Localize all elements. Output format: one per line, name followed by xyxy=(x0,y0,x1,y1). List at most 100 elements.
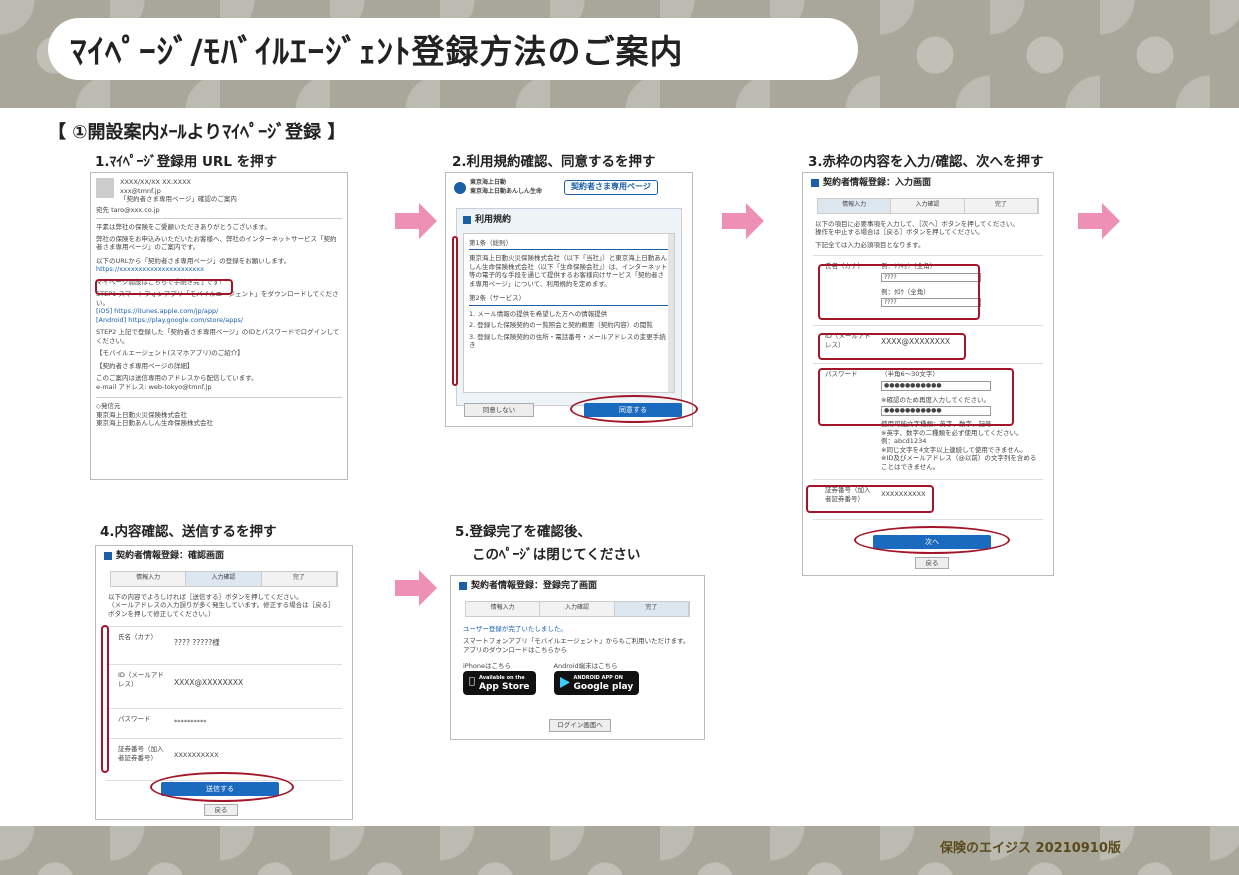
arrow-right-icon xyxy=(395,570,437,606)
cert-label: 証券番号（加入者証券番号） xyxy=(118,745,164,762)
login-button[interactable]: ログイン画面へ xyxy=(549,719,611,732)
done-text-1: スマートフォンアプリ「モバイルエージェント」からもご利用いただけます。 xyxy=(463,637,690,645)
android-label: Android端末はこちら xyxy=(547,662,618,670)
registration-complete-link[interactable]: ユーザー登録が完了いたしました。 xyxy=(463,625,567,633)
article-2-text-c: 3. 登録した保険契約の住所・電話番号・メールアドレスの変更手続き xyxy=(469,332,666,350)
heading-marker-icon xyxy=(459,582,467,591)
arrow-right-icon xyxy=(1078,203,1120,239)
highlight-box xyxy=(818,368,1014,426)
highlight-ring xyxy=(854,526,1010,554)
terms-header: 東京海上日動 東京海上日動あんしん生命 契約者さま専用ページ xyxy=(446,173,692,202)
email-body-1: 平素は弊社の保険をご愛顧いただきありがとうございます。 xyxy=(96,223,271,231)
heading-marker-icon xyxy=(104,552,112,561)
done-heading: 契約者情報登録：登録完了画面 xyxy=(471,581,598,591)
step-5-label: 5.登録完了を確認後、 xyxy=(455,524,592,540)
disagree-button[interactable]: 同意しない xyxy=(464,403,534,417)
app-store-text: App Store xyxy=(473,681,530,692)
form-required: 下記全ては入力必須項目となります。 xyxy=(815,240,925,249)
highlight-ring xyxy=(570,395,698,423)
header-band: ﾏｲﾍﾟｰｼﾞ/ﾓﾊﾞｲﾙｴｰｼﾞｪﾝﾄ登録方法のご案内 xyxy=(0,0,1239,108)
password-label: パスワード xyxy=(118,715,151,723)
banner-badge: 契約者さま専用ページ xyxy=(564,180,658,195)
step-1-label: 1.ﾏｲﾍﾟｰｼﾞ登録用 URL を押す xyxy=(95,154,278,170)
password-rules-4: ※同じ文字を4文字以上連続して使用できません。 xyxy=(881,445,1027,454)
google-play-badge[interactable]: ANDROID APP ON Google play xyxy=(553,670,640,695)
footer-text: 保険のエイジス 20210910版 xyxy=(940,841,1121,856)
password-rules-5: ※ID及びメールアドレス（@以前）の文字列を含めることはできません。 xyxy=(881,454,1037,471)
tab-done: 完了 xyxy=(964,198,1038,213)
article-2-title: 第2条（サービス） xyxy=(469,294,669,306)
title-pill: ﾏｲﾍﾟｰｼﾞ/ﾓﾊﾞｲﾙｴｰｼﾞｪﾝﾄ登録方法のご案内 xyxy=(48,18,858,80)
page-title: ﾏｲﾍﾟｰｼﾞ/ﾓﾊﾞｲﾙｴｰｼﾞｪﾝﾄ登録方法のご案内 xyxy=(70,32,684,71)
tab-confirm: 入力確認 xyxy=(186,571,262,586)
avatar xyxy=(96,178,114,198)
heading-marker-icon xyxy=(811,179,819,188)
email-step2: STEP2 上記で登録した「契約者さま専用ページ」のIDとパスワードでログインし… xyxy=(96,328,340,345)
highlight-line xyxy=(101,625,109,773)
step-2-label: 2.利用規約確認、同意するを押す xyxy=(452,154,656,170)
done-text-2: アプリのダウンロードはこちらから xyxy=(463,645,567,654)
android-link[interactable]: [Android] https://play.google.com/store/… xyxy=(96,316,342,325)
email-detail: 【契約者さま専用ページの詳細】 xyxy=(96,361,194,370)
confirm-heading: 契約者情報登録：確認画面 xyxy=(116,551,225,561)
tab-input: 情報入力 xyxy=(111,571,187,586)
highlight-box xyxy=(818,333,966,360)
tab-done: 完了 xyxy=(614,601,689,616)
form-intro-2: 操作を中止する場合は［戻る］ボタンを押してください。 xyxy=(815,228,984,236)
section-heading: 【 ①開設案内ﾒｰﾙよりﾏｲﾍﾟｰｼﾞ登録 】 xyxy=(48,122,346,143)
article-2-text-b: 2. 登録した保険契約の一覧照会と契約概要（契約内容）の閲覧 xyxy=(469,321,653,329)
id-label: ID（メールアドレス） xyxy=(118,671,164,688)
step-4-label: 4.内容確認、送信するを押す xyxy=(100,524,277,540)
highlight-ring xyxy=(150,772,294,802)
tab-input: 情報入力 xyxy=(818,198,892,213)
article-2-text-a: 1. メール情報の提供を希望した方への情報提供 xyxy=(469,309,608,318)
form-heading: 契約者情報登録：入力画面 xyxy=(823,178,932,188)
password-rules-3: 例：abcd1234 xyxy=(881,437,927,445)
confirm-intro-2: （メールアドレスの入力誤りが多く発生しています。修正する場合は［戻る］ボタンを押… xyxy=(108,601,335,618)
progress-tabs: 情報入力 入力確認 完了 xyxy=(817,197,1039,214)
email-sender-label: ◇発信元 xyxy=(96,397,342,411)
tab-done: 完了 xyxy=(261,571,337,586)
apple-icon:  xyxy=(469,677,475,687)
email-from: xxx@tmnf.jp xyxy=(120,186,161,195)
email-url-intro: 以下のURLから「契約者さま専用ページ」の登録をお願いします。 xyxy=(96,256,291,265)
heading-marker-icon xyxy=(463,216,471,225)
ios-link[interactable]: [iOS] https://itunes.apple.com/jp/app/ xyxy=(96,307,342,316)
terms-screenshot: 東京海上日動 東京海上日動あんしん生命 契約者さま専用ページ 利用規約 第1条（… xyxy=(445,172,693,427)
highlight-box xyxy=(95,279,233,295)
email-sender-1: 東京海上日動火災保険株式会社 xyxy=(96,410,187,419)
done-screenshot: 契約者情報登録：登録完了画面 情報入力 入力確認 完了 ユーザー登録が完了いたし… xyxy=(450,575,705,740)
highlight-box xyxy=(806,485,934,513)
highlight-line xyxy=(452,236,458,386)
email-to-label: 宛先 xyxy=(96,205,109,214)
back-button[interactable]: 戻る xyxy=(204,804,238,816)
form-intro: 以下の項目に必要事項を入力して、［次へ］ボタンを押してください。 xyxy=(815,219,1019,228)
scrollbar[interactable] xyxy=(668,233,674,392)
email-body-2: 弊社の保険をお申込みいただいたお客様へ、弊社のインターネットサービス「契約者さま… xyxy=(96,234,337,252)
name-value: ???? ?????様 xyxy=(174,638,220,647)
id-value: XXXX@XXXXXXXX xyxy=(174,678,244,687)
logo-text-2: 東京海上日動あんしん生命 xyxy=(470,187,543,195)
email-to: 宛先 taro@xxx.co.jp xyxy=(91,206,347,215)
app-store-badge[interactable]:  Available on the App Store xyxy=(463,670,536,695)
email-subject: 「契約者さま専用ページ」確認のご案内 xyxy=(120,195,237,203)
article-1-title: 第1条（総則） xyxy=(469,239,669,250)
email-mobile: 【モバイルエージェント(スマホアプリ)のご紹介】 xyxy=(96,349,244,357)
email-address-line: e-mail アドレス: web-tokyo@tmnf.jp xyxy=(96,382,212,391)
password-rules-2: ※英字、数字の二種類を必ず使用してください。 xyxy=(881,428,1023,437)
arrow-right-icon xyxy=(722,203,764,239)
back-button[interactable]: 戻る xyxy=(915,557,949,569)
password-value: ********** xyxy=(174,718,207,726)
progress-tabs: 情報入力 入力確認 完了 xyxy=(465,600,690,617)
step-5-label-2: このﾍﾟｰｼﾞは閉じてください xyxy=(472,547,641,563)
mypage-register-link[interactable]: https://xxxxxxxxxxxxxxxxxxxxxx xyxy=(96,265,204,273)
email-note: このご案内は送信専用のアドレスから配信しています。 xyxy=(96,374,258,382)
tab-input: 情報入力 xyxy=(466,601,541,616)
progress-tabs: 情報入力 入力確認 完了 xyxy=(110,570,338,587)
google-play-text: Google play xyxy=(567,681,634,692)
logo-icon xyxy=(454,181,466,194)
email-screenshot: XXXX/XX/XX XX:XXXX xxx@tmnf.jp 「契約者さま専用ペ… xyxy=(90,172,348,480)
email-to-value: taro@xxx.co.jp xyxy=(111,205,160,214)
email-sender-2: 東京海上日動あんしん生命保険株式会社 xyxy=(96,419,213,427)
arrow-right-icon xyxy=(395,203,437,239)
